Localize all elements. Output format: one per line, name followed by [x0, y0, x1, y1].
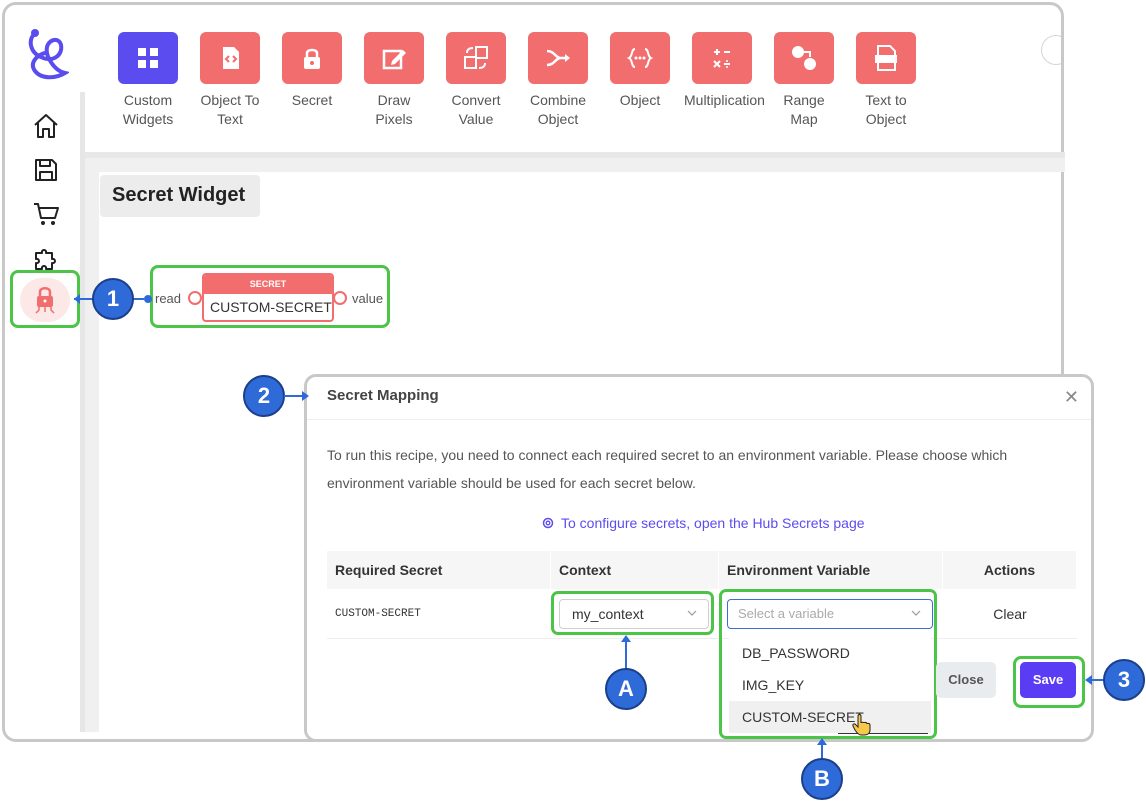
- callout-a: A: [605, 668, 647, 710]
- tool-tile: [692, 32, 752, 84]
- modal-divider: [307, 419, 1091, 420]
- canvas-tab-title[interactable]: Secret Widget: [100, 175, 260, 217]
- header-required-secret: Required Secret: [327, 551, 551, 589]
- hub-link-text[interactable]: To configure secrets, open the Hub Secre…: [561, 515, 865, 531]
- tool-text-to-object[interactable]: Text to Object: [848, 32, 924, 129]
- sidebar-secret-highlight: [10, 270, 80, 328]
- tool-tile: [364, 32, 424, 84]
- tool-tile: [528, 32, 588, 84]
- tool-label: Secret: [291, 92, 333, 108]
- range-map-icon: [792, 46, 816, 70]
- lock-icon: [304, 48, 320, 69]
- modal-title: Secret Mapping: [327, 387, 439, 404]
- header-environment-variable: Environment Variable: [719, 551, 943, 589]
- tool-tile: [856, 32, 916, 84]
- row-secret: CUSTOM-SECRET: [335, 607, 421, 620]
- tool-combine-object[interactable]: Combine Object: [520, 32, 596, 129]
- tool-label: Draw Pixels: [375, 92, 413, 127]
- canvas-border: [85, 158, 1065, 172]
- callout-b: B: [801, 758, 843, 800]
- header-context: Context: [551, 551, 719, 589]
- context-highlight: [551, 591, 714, 635]
- stage: Custom Widgets Object To Text Secret Draw P…: [0, 0, 1146, 812]
- tool-label: Range Map: [783, 92, 825, 127]
- clear-button[interactable]: Clear: [993, 606, 1026, 622]
- tool-tile: [774, 32, 834, 84]
- tool-range-map[interactable]: Range Map: [766, 32, 842, 129]
- puzzle-icon[interactable]: [31, 243, 61, 273]
- callout-2-arrow: [284, 391, 309, 401]
- top-right-button[interactable]: [1041, 35, 1061, 65]
- tool-object[interactable]: Object: [602, 32, 678, 110]
- code-file-icon: [223, 47, 239, 69]
- tool-tile: [118, 32, 178, 84]
- tool-tile: [282, 32, 342, 84]
- braces-icon: [626, 48, 654, 68]
- close-icon[interactable]: ✕: [1064, 387, 1079, 408]
- cart-icon[interactable]: [31, 199, 61, 229]
- canvas-border: [85, 158, 99, 732]
- node-output-port[interactable]: [333, 291, 347, 305]
- hand-cursor-icon: [852, 714, 871, 736]
- callout-2: 2: [243, 375, 285, 417]
- table-header: Required Secret Context Environment Vari…: [327, 551, 1077, 589]
- save-button[interactable]: Save: [1020, 662, 1076, 698]
- tool-label: Custom Widgets: [122, 92, 174, 127]
- tool-tile: [200, 32, 260, 84]
- tool-custom-widgets[interactable]: Custom Widgets: [110, 32, 186, 129]
- tool-label: Combine Object: [529, 92, 587, 127]
- tool-multiplication[interactable]: Multiplication: [684, 32, 765, 110]
- convert-icon: [464, 46, 488, 69]
- secret-node[interactable]: SECRET CUSTOM-SECRET: [202, 273, 334, 322]
- close-button[interactable]: Close: [936, 662, 996, 698]
- tool-label: Multiplication: [684, 92, 765, 108]
- merge-arrow-icon: [546, 49, 570, 67]
- tool-tile: [610, 32, 670, 84]
- tool-secret[interactable]: Secret: [274, 32, 350, 110]
- env-variable-highlight: [719, 589, 937, 739]
- actions-cell: Clear: [943, 589, 1077, 638]
- hub-secrets-link[interactable]: To configure secrets, open the Hub Secre…: [541, 515, 865, 531]
- home-icon[interactable]: [31, 111, 61, 141]
- modal-description: To run this recipe, you need to connect …: [327, 447, 1008, 491]
- tool-label: Object To Text: [200, 92, 260, 127]
- tool-draw-pixels[interactable]: Draw Pixels: [356, 32, 432, 129]
- callout-a-arrow: [621, 635, 631, 670]
- widget-toolbar: Custom Widgets Object To Text Secret Draw P…: [110, 32, 930, 142]
- tool-convert-value[interactable]: Convert Value: [438, 32, 514, 129]
- node-output-label: value: [352, 291, 384, 306]
- tool-label: Object: [619, 92, 661, 108]
- node-header: SECRET: [204, 275, 332, 294]
- node-value-field[interactable]: CUSTOM-SECRET: [204, 294, 332, 320]
- header-actions: Actions: [943, 551, 1077, 589]
- math-operators-icon: [713, 49, 730, 68]
- gear-icon: [542, 517, 554, 529]
- app-logo-icon[interactable]: [25, 27, 69, 83]
- tool-label: Convert Value: [451, 92, 501, 127]
- save-icon[interactable]: [31, 155, 61, 185]
- callout-1: 1: [92, 278, 134, 320]
- json-file-icon: [875, 45, 897, 71]
- node-input-port[interactable]: [188, 291, 202, 305]
- pencil-square-icon: [382, 49, 406, 70]
- tool-object-to-text[interactable]: Object To Text: [192, 32, 268, 129]
- grid-icon: [138, 48, 158, 68]
- tool-tile: [446, 32, 506, 84]
- sidebar: [5, 5, 85, 739]
- tool-label: Text to Object: [865, 92, 907, 127]
- callout-3: 3: [1103, 659, 1145, 701]
- node-input-label: read: [155, 291, 182, 306]
